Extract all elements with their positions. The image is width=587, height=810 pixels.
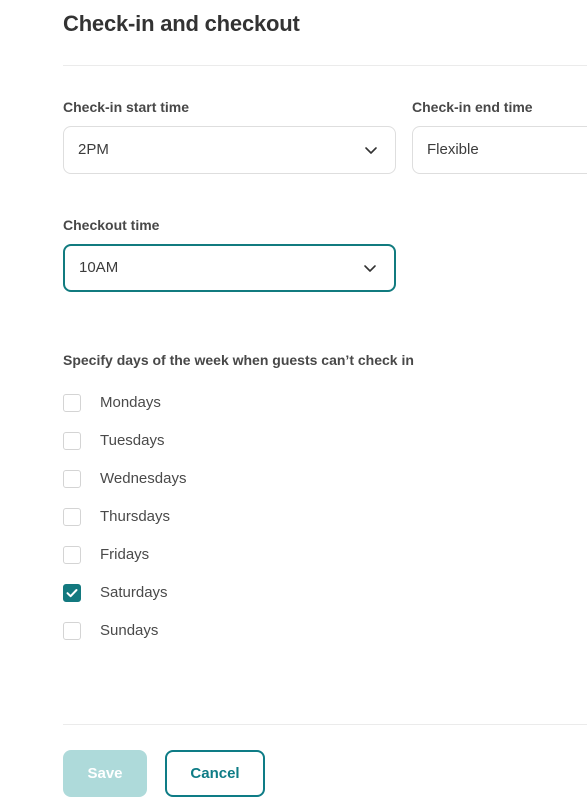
checkbox-wednesdays[interactable]	[63, 470, 81, 488]
checkout-time-value: 10AM	[79, 259, 119, 276]
checkout-time-label: Checkout time	[63, 217, 160, 233]
checkin-end-time-value: Flexible	[427, 141, 479, 158]
checkbox-label-thursdays: Thursdays	[100, 508, 171, 525]
checkin-start-time-select[interactable]: 2PM	[63, 126, 396, 174]
checkbox-label-sundays: Sundays	[100, 622, 159, 639]
footer-actions: Save Cancel	[63, 750, 265, 797]
divider-top	[63, 65, 587, 66]
checkbox-saturdays[interactable]	[63, 584, 81, 602]
checkbox-sundays[interactable]	[63, 622, 81, 640]
chevron-down-icon	[362, 260, 378, 276]
checkbox-label-tuesdays: Tuesdays	[100, 432, 165, 449]
checkin-start-time-label: Check-in start time	[63, 99, 190, 115]
checkbox-row-fridays[interactable]: Fridays	[63, 544, 363, 566]
checkbox-row-thursdays[interactable]: Thursdays	[63, 506, 363, 528]
checkin-checkout-panel: Check-in and checkout Check-in start tim…	[0, 0, 587, 810]
checkin-end-time-select[interactable]: Flexible	[412, 126, 587, 174]
checkbox-fridays[interactable]	[63, 546, 81, 564]
page-title: Check-in and checkout	[63, 11, 300, 36]
cancel-button[interactable]: Cancel	[165, 750, 265, 797]
divider-bottom	[63, 724, 587, 725]
checkbox-row-mondays[interactable]: Mondays	[63, 392, 363, 414]
field-checkin-start-time: Check-in start time 2PM	[63, 98, 396, 174]
blocked-days-heading: Specify days of the week when guests can…	[63, 352, 414, 368]
checkbox-tuesdays[interactable]	[63, 432, 81, 450]
field-checkout-time: Checkout time 10AM	[63, 216, 396, 292]
blocked-days-list: Mondays Tuesdays Wednesdays Thursdays Fr…	[63, 392, 363, 658]
checkmark-icon	[66, 589, 78, 598]
checkbox-label-wednesdays: Wednesdays	[100, 470, 187, 487]
checkbox-row-tuesdays[interactable]: Tuesdays	[63, 430, 363, 452]
checkbox-row-saturdays[interactable]: Saturdays	[63, 582, 363, 604]
checkin-end-time-label: Check-in end time	[412, 99, 533, 115]
checkbox-label-saturdays: Saturdays	[100, 584, 168, 601]
checkbox-label-mondays: Mondays	[100, 394, 161, 411]
checkbox-thursdays[interactable]	[63, 508, 81, 526]
checkbox-mondays[interactable]	[63, 394, 81, 412]
checkin-start-time-value: 2PM	[78, 141, 109, 158]
checkout-time-select[interactable]: 10AM	[63, 244, 396, 292]
checkbox-row-sundays[interactable]: Sundays	[63, 620, 363, 642]
save-button[interactable]: Save	[63, 750, 147, 797]
checkbox-label-fridays: Fridays	[100, 546, 150, 563]
chevron-down-icon	[363, 142, 379, 158]
checkbox-row-wednesdays[interactable]: Wednesdays	[63, 468, 363, 490]
field-checkin-end-time: Check-in end time Flexible	[412, 98, 587, 174]
